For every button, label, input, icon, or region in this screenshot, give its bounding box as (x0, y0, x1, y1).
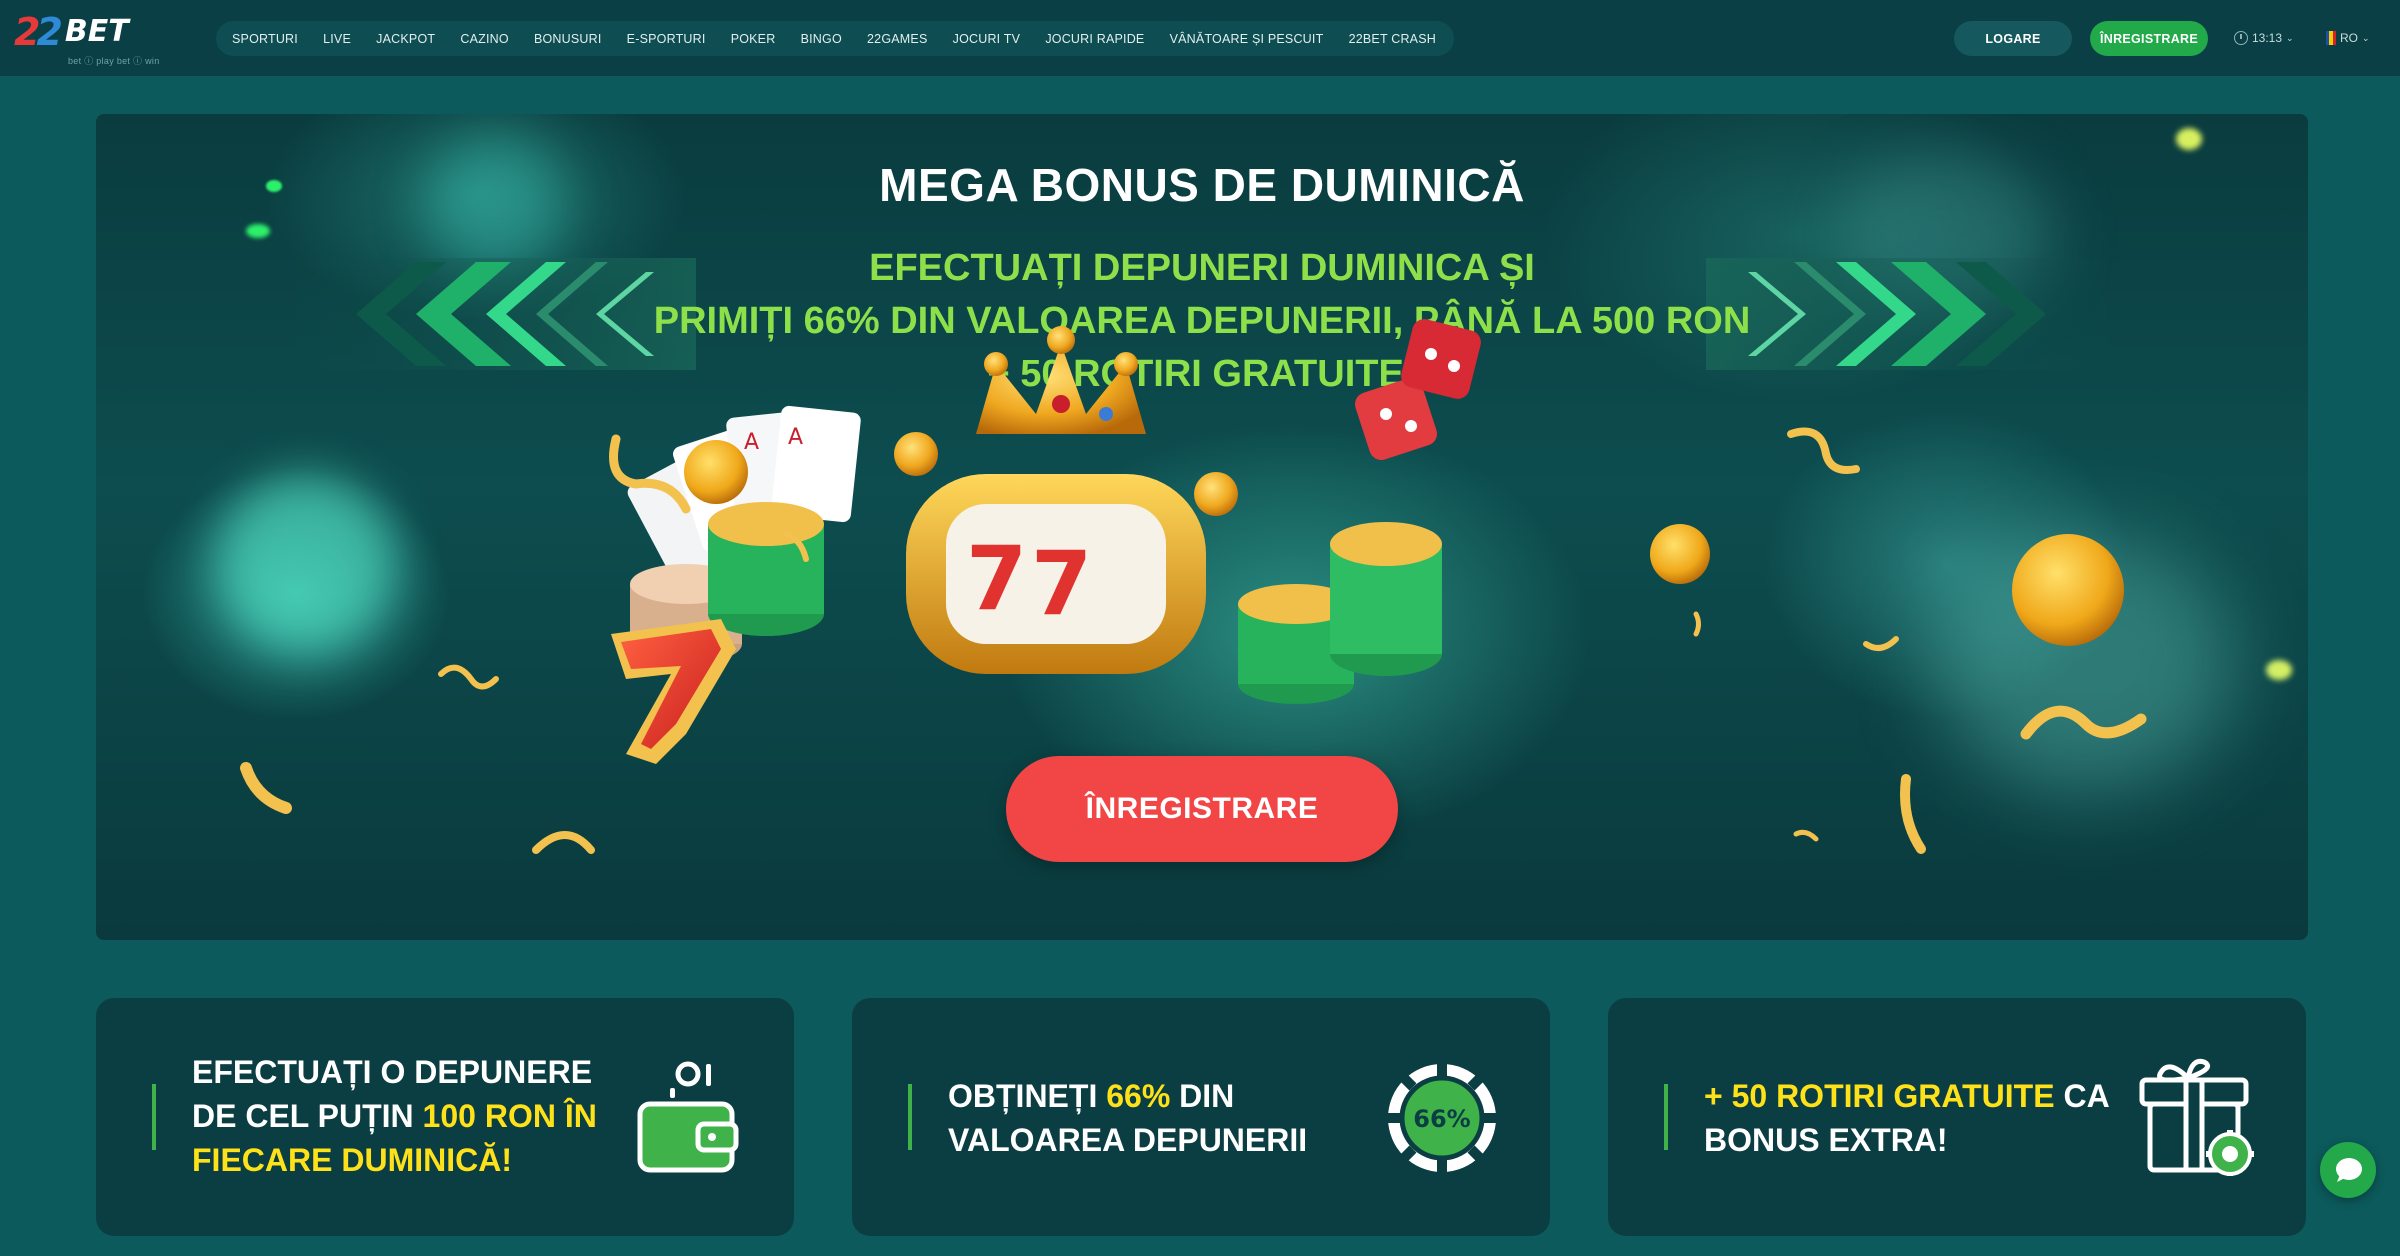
nav-item-jocuri-tv[interactable]: JOCURI TV (953, 32, 1021, 46)
romania-flag-icon (2326, 31, 2336, 45)
feature-card-percentage: OBȚINEȚI 66% DIN VALOAREA DEPUNERII 66% (852, 998, 1550, 1236)
card-highlight-text: FIECARE DUMINICĂ! (192, 1142, 512, 1178)
login-button[interactable]: LOGARE (1954, 21, 2072, 56)
card-text-line: FIECARE DUMINICĂ! (192, 1138, 597, 1182)
card-text-line: VALOAREA DEPUNERII (948, 1118, 1307, 1162)
nav-item-jackpot[interactable]: JACKPOT (376, 32, 435, 46)
nav-item-cazino[interactable]: CAZINO (460, 32, 508, 46)
nav-item-bonusuri[interactable]: BONUSURI (534, 32, 602, 46)
logo-22bet[interactable]: 22 BET bet ⓘ play bet ⓘ win (14, 10, 174, 66)
card-text-line: DE CEL PUȚIN 100 RON ÎN (192, 1094, 597, 1138)
card-plain-text: DIN (1170, 1078, 1235, 1114)
card-accent-bar (1664, 1084, 1668, 1150)
feature-card-free-spins: + 50 ROTIRI GRATUITE CA BONUS EXTRA! (1608, 998, 2306, 1236)
nav-item-vânătoare-și-pescuit[interactable]: VÂNĂTOARE ȘI PESCUIT (1170, 32, 1324, 46)
chevron-down-icon: ⌄ (2286, 32, 2294, 43)
live-chat-button[interactable] (2320, 1142, 2376, 1198)
clock-icon (2234, 31, 2248, 45)
hero-register-button[interactable]: ÎNREGISTRARE (1006, 756, 1398, 862)
time-value: 13:13 (2252, 31, 2283, 45)
card-plain-text: EFECTUAȚI O DEPUNERE (192, 1054, 593, 1090)
nav-item-jocuri-rapide[interactable]: JOCURI RAPIDE (1045, 32, 1144, 46)
language-selector[interactable]: RO ⌄ (2326, 28, 2370, 48)
language-value: RO (2340, 31, 2358, 45)
card-accent-bar (152, 1084, 156, 1150)
nav-item-live[interactable]: LIVE (323, 32, 351, 46)
nav-item-sporturi[interactable]: SPORTURI (232, 32, 298, 46)
card-text: + 50 ROTIRI GRATUITE CA BONUS EXTRA! (1704, 1074, 2110, 1162)
card-text-line: OBȚINEȚI 66% DIN (948, 1074, 1307, 1118)
nav-item-bingo[interactable]: BINGO (801, 32, 842, 46)
card-highlight-text: 66% (1106, 1078, 1171, 1114)
card-plain-text: BONUS EXTRA! (1704, 1122, 1948, 1158)
logo-wordmark: 22 BET (14, 10, 129, 54)
card-plain-text: OBȚINEȚI (948, 1078, 1107, 1114)
card-text: OBȚINEȚI 66% DIN VALOAREA DEPUNERII (948, 1074, 1307, 1162)
card-text-line: EFECTUAȚI O DEPUNERE (192, 1050, 597, 1094)
card-text-line: + 50 ROTIRI GRATUITE CA (1704, 1074, 2110, 1118)
chevron-down-icon: ⌄ (2362, 32, 2370, 43)
hero-banner: MEGA BONUS DE DUMINICĂ EFECTUAȚI DEPUNER… (96, 114, 2308, 940)
time-selector[interactable]: 13:13 ⌄ (2234, 28, 2294, 48)
gift-icon (2138, 1058, 2258, 1183)
chat-bubble-icon (2336, 1158, 2362, 1182)
register-button[interactable]: ÎNREGISTRARE (2090, 21, 2208, 56)
chip-label: 66% (1413, 1105, 1470, 1133)
card-highlight-text: + 50 ROTIRI GRATUITE (1704, 1078, 2055, 1114)
logo-digits: 22 (14, 10, 63, 54)
card-plain-text: DE CEL PUȚIN (192, 1098, 423, 1134)
card-plain-text: VALOAREA DEPUNERII (948, 1122, 1308, 1158)
card-text-line: BONUS EXTRA! (1704, 1118, 2110, 1162)
nav-item-22bet-crash[interactable]: 22BET CRASH (1349, 32, 1436, 46)
feature-card-deposit: EFECTUAȚI O DEPUNERE DE CEL PUȚIN 100 RON… (96, 998, 794, 1236)
card-plain-text: CA (2054, 1078, 2110, 1114)
logo-word: BET (64, 14, 129, 49)
chip-icon: 66% (1384, 1060, 1500, 1181)
card-accent-bar (908, 1084, 912, 1150)
card-text: EFECTUAȚI O DEPUNERE DE CEL PUȚIN 100 RON… (192, 1050, 597, 1182)
logo-tagline: bet ⓘ play bet ⓘ win (68, 56, 160, 66)
lucky-seven-icon (611, 619, 736, 764)
top-navigation-bar: 22 BET bet ⓘ play bet ⓘ win SPORTURI LIVE… (0, 0, 2400, 76)
wallet-icon (636, 1060, 746, 1185)
nav-item-poker[interactable]: POKER (731, 32, 776, 46)
card-highlight-text: 100 RON ÎN (422, 1098, 597, 1134)
main-menu: SPORTURI LIVE JACKPOT CAZINO BONUSURI E-SPORT… (216, 21, 1454, 56)
nav-item-e-sporturi[interactable]: E-SPORTURI (627, 32, 706, 46)
nav-item-22games[interactable]: 22GAMES (867, 32, 927, 46)
